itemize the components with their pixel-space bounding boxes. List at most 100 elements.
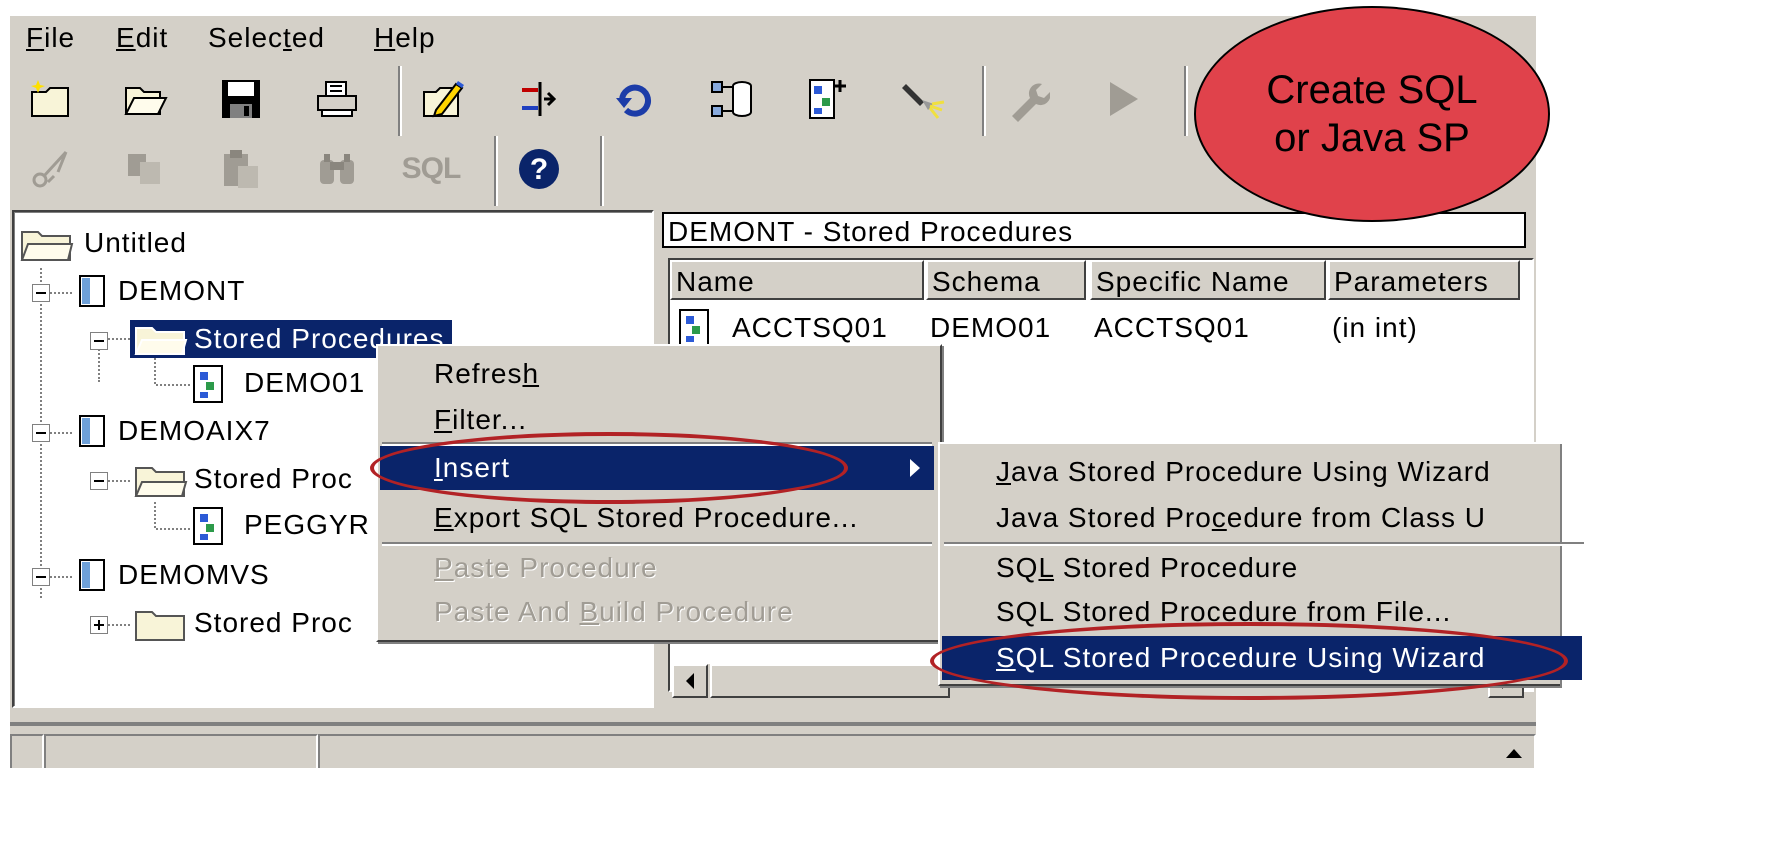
scroll-thumb[interactable] [710, 664, 950, 698]
cut-button[interactable] [24, 142, 78, 196]
find-button[interactable] [310, 142, 364, 196]
column-header-parameters[interactable]: Parameters [1328, 260, 1520, 300]
tree-stored-procedures[interactable]: Stored Proc [194, 606, 353, 640]
status-cell [44, 734, 318, 768]
scissors-icon [32, 150, 68, 188]
save-disk-icon [222, 80, 260, 118]
collapse-toggle[interactable] [90, 472, 108, 490]
refresh-button[interactable] [608, 72, 662, 126]
column-header-schema[interactable]: Schema [926, 260, 1086, 300]
arrow-left-icon [686, 673, 694, 689]
clipboard-icon [224, 150, 258, 188]
status-cell [318, 734, 1536, 768]
wrench-icon [1012, 83, 1050, 122]
refresh-arrow-icon [616, 84, 651, 117]
tree-db-demoaix7[interactable]: DEMOAIX7 [118, 414, 271, 448]
copy-icon [128, 154, 160, 184]
open-button[interactable] [118, 72, 172, 126]
collapse-toggle[interactable] [32, 284, 50, 302]
database-icon [79, 275, 105, 307]
tree-procedure-item[interactable]: DEMO01 [244, 366, 365, 400]
menu-edit[interactable]: Edit [116, 22, 168, 54]
cell-parameters: (in int) [1332, 312, 1418, 343]
folder-icon [135, 611, 185, 641]
database-tree-button[interactable] [704, 72, 758, 126]
context-menu: Refresh Filter... Insert Export SQL Stor… [376, 344, 942, 642]
cell-specific-name: ACCTSQ01 [1094, 312, 1250, 343]
open-folder-icon [124, 87, 168, 115]
tree-procedure-item[interactable]: PEGGYR [244, 508, 370, 542]
tree-line [108, 480, 130, 482]
cell-schema: DEMO01 [930, 312, 1052, 343]
run-flow-button[interactable] [512, 72, 566, 126]
folder-icon [134, 467, 188, 497]
new-procedure-button[interactable] [800, 72, 854, 126]
collapse-toggle[interactable] [32, 568, 50, 586]
tree-line [154, 502, 156, 528]
procedure-icon [193, 507, 223, 545]
column-header-specific-name[interactable]: Specific Name [1090, 260, 1326, 300]
database-icon [79, 559, 105, 591]
menu-help[interactable]: Help [374, 22, 436, 54]
menu-item-paste-procedure: Paste Procedure [434, 552, 658, 583]
insert-submenu: Java Stored Procedure Using Wizard Java … [938, 442, 1584, 686]
menu-item-refresh[interactable]: Refresh [380, 352, 934, 396]
sql-button[interactable]: SQL [402, 142, 462, 196]
tree-line [108, 624, 130, 626]
help-question-icon: ? [519, 149, 559, 189]
build-button[interactable] [1000, 72, 1054, 126]
database-icon [79, 415, 105, 447]
menu-item-export[interactable]: Export SQL Stored Procedure... [380, 496, 934, 540]
column-header-name[interactable]: Name [670, 260, 924, 300]
submenu-arrow-icon [910, 459, 920, 477]
tree-db-demomvs[interactable]: DEMOMVS [118, 558, 270, 592]
toolbar-separator [494, 136, 498, 206]
save-button[interactable] [214, 72, 268, 126]
menu-item-sql-sp-from-file[interactable]: SQL Stored Procedure from File... [942, 590, 1582, 634]
menu-selected[interactable]: Selected [208, 22, 325, 54]
paste-button[interactable] [214, 142, 268, 196]
status-cell [10, 734, 44, 768]
tree-root-label[interactable]: Untitled [84, 226, 187, 260]
folder-icon [20, 231, 74, 261]
tree-line [156, 528, 190, 530]
menu-file[interactable]: File [26, 22, 75, 54]
expand-toggle[interactable] [90, 616, 108, 634]
scroll-left-button[interactable] [672, 664, 708, 698]
menu-item-insert[interactable]: Insert [380, 446, 934, 490]
print-button[interactable] [310, 72, 364, 126]
svg-text:?: ? [530, 153, 548, 186]
tree-line [50, 576, 72, 578]
cell-name: ACCTSQ01 [732, 312, 888, 343]
tree-line [156, 384, 190, 386]
menu-item-sql-sp[interactable]: SQL Stored Procedure [942, 546, 1582, 590]
menu-item-java-sp-wizard[interactable]: Java Stored Procedure Using Wizard [942, 450, 1582, 494]
collapse-toggle[interactable] [90, 332, 108, 350]
tree-db-icon [711, 81, 752, 117]
procedure-icon [193, 365, 223, 403]
help-button[interactable]: ? [512, 142, 566, 196]
menu-item-paste-and-build: Paste And Build Procedure [434, 596, 794, 627]
toolbar-separator [600, 136, 604, 206]
tree-stored-procedures[interactable]: Stored Proc [194, 462, 353, 496]
new-folder-button[interactable] [24, 72, 78, 126]
edit-properties-button[interactable] [416, 72, 470, 126]
copy-button[interactable] [118, 142, 172, 196]
collapse-toggle[interactable] [32, 424, 50, 442]
triangle-up-icon[interactable] [1504, 746, 1524, 760]
printer-icon [317, 81, 357, 117]
menu-item-sql-sp-wizard[interactable]: SQL Stored Procedure Using Wizard [942, 636, 1582, 680]
procedure-plus-icon [809, 79, 846, 119]
menu-item-filter[interactable]: Filter... [380, 398, 934, 442]
tree-line [50, 292, 72, 294]
menu-item-java-sp-from-class[interactable]: Java Stored Procedure from Class U [942, 496, 1582, 540]
tree-line [154, 358, 156, 384]
toolbar-separator [398, 66, 402, 136]
run-button[interactable] [1096, 72, 1150, 126]
flow-arrows-icon [522, 82, 557, 116]
status-bar [10, 722, 1536, 768]
folder-icon [134, 327, 188, 355]
toolbar-separator [982, 66, 986, 136]
tree-db-demont[interactable]: DEMONT [118, 274, 245, 308]
flashlight-button[interactable] [896, 72, 950, 126]
